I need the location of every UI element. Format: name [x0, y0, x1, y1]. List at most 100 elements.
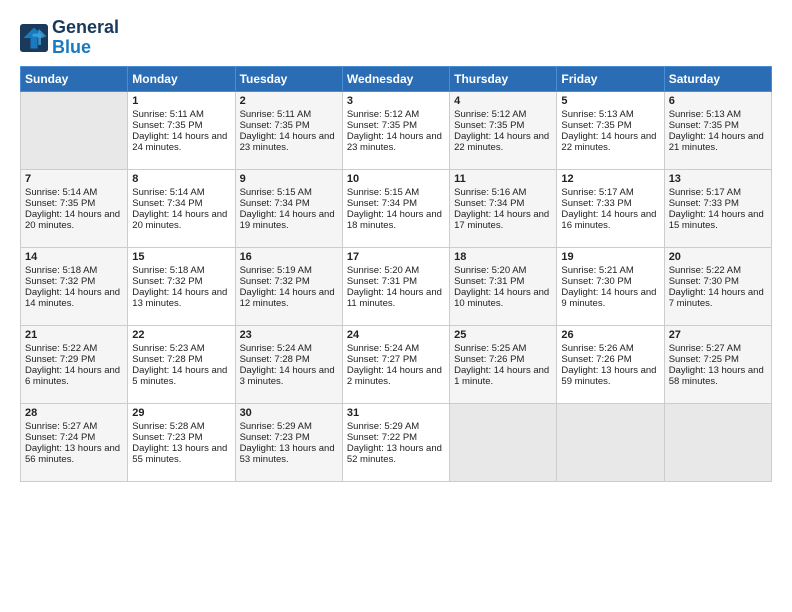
day-info: Daylight: 14 hours and 24 minutes. — [132, 131, 230, 153]
day-info: Sunset: 7:34 PM — [240, 198, 338, 209]
day-info: Sunrise: 5:12 AM — [454, 109, 552, 120]
day-number: 17 — [347, 251, 445, 263]
day-info: Sunrise: 5:11 AM — [240, 109, 338, 120]
day-number: 13 — [669, 173, 767, 185]
day-info: Sunrise: 5:13 AM — [561, 109, 659, 120]
day-info: Daylight: 14 hours and 20 minutes. — [132, 209, 230, 231]
day-info: Sunrise: 5:24 AM — [347, 343, 445, 354]
day-info: Sunset: 7:24 PM — [25, 432, 123, 443]
day-info: Daylight: 14 hours and 20 minutes. — [25, 209, 123, 231]
day-cell: 26 Sunrise: 5:26 AMSunset: 7:26 PMDayligh… — [557, 325, 664, 403]
day-cell: 10Sunrise: 5:15 AMSunset: 7:34 PMDayligh… — [342, 169, 449, 247]
day-number: 12 — [561, 173, 659, 185]
day-info: Sunset: 7:31 PM — [347, 276, 445, 287]
day-info: Sunset: 7:27 PM — [347, 354, 445, 365]
day-cell: 27Sunrise: 5:27 AMSunset: 7:25 PMDayligh… — [664, 325, 771, 403]
day-info: Sunrise: 5:18 AM — [25, 265, 123, 276]
day-number: 26 — [561, 329, 659, 341]
day-info: Sunrise: 5:24 AM — [240, 343, 338, 354]
day-info: Sunrise: 5:29 AM — [347, 421, 445, 432]
day-info: Sunrise: 5:21 AM — [561, 265, 659, 276]
day-number: 20 — [669, 251, 767, 263]
day-cell: 13Sunrise: 5:17 AMSunset: 7:33 PMDayligh… — [664, 169, 771, 247]
logo: General Blue — [20, 18, 119, 58]
day-info: Daylight: 13 hours and 56 minutes. — [25, 443, 123, 465]
day-number: 10 — [347, 173, 445, 185]
day-info: Sunrise: 5:16 AM — [454, 187, 552, 198]
day-info: Daylight: 13 hours and 59 minutes. — [561, 365, 659, 387]
day-info: Daylight: 14 hours and 6 minutes. — [25, 365, 123, 387]
day-info: Daylight: 13 hours and 55 minutes. — [132, 443, 230, 465]
day-info: Daylight: 14 hours and 1 minute. — [454, 365, 552, 387]
page: General Blue SundayMondayTuesdayWednesda… — [0, 0, 792, 612]
day-info: Daylight: 14 hours and 19 minutes. — [240, 209, 338, 231]
day-info: Sunset: 7:35 PM — [347, 120, 445, 131]
day-number: 27 — [669, 329, 767, 341]
day-info: Sunrise: 5:27 AM — [669, 343, 767, 354]
day-number: 30 — [240, 407, 338, 419]
week-row-4: 21Sunrise: 5:22 AMSunset: 7:29 PMDayligh… — [21, 325, 772, 403]
day-header-monday: Monday — [128, 66, 235, 91]
day-info: Sunrise: 5:20 AM — [454, 265, 552, 276]
day-cell: 21Sunrise: 5:22 AMSunset: 7:29 PMDayligh… — [21, 325, 128, 403]
day-cell: 8Sunrise: 5:14 AMSunset: 7:34 PMDaylight… — [128, 169, 235, 247]
day-number: 25 — [454, 329, 552, 341]
day-cell: 19Sunrise: 5:21 AMSunset: 7:30 PMDayligh… — [557, 247, 664, 325]
day-number: 14 — [25, 251, 123, 263]
day-info: Daylight: 14 hours and 23 minutes. — [347, 131, 445, 153]
day-info: Sunset: 7:23 PM — [132, 432, 230, 443]
day-info: Sunrise: 5:15 AM — [240, 187, 338, 198]
day-info: Sunset: 7:30 PM — [669, 276, 767, 287]
day-cell: 20Sunrise: 5:22 AMSunset: 7:30 PMDayligh… — [664, 247, 771, 325]
day-info: Daylight: 13 hours and 52 minutes. — [347, 443, 445, 465]
day-cell: 31Sunrise: 5:29 AMSunset: 7:22 PMDayligh… — [342, 403, 449, 481]
day-info: Daylight: 14 hours and 11 minutes. — [347, 287, 445, 309]
day-info: Sunset: 7:33 PM — [561, 198, 659, 209]
day-number: 28 — [25, 407, 123, 419]
day-cell: 23Sunrise: 5:24 AMSunset: 7:28 PMDayligh… — [235, 325, 342, 403]
day-number: 15 — [132, 251, 230, 263]
day-info: Sunrise: 5:26 AM — [561, 343, 659, 354]
day-info: Sunset: 7:26 PM — [561, 354, 659, 365]
day-cell: 4Sunrise: 5:12 AMSunset: 7:35 PMDaylight… — [450, 91, 557, 169]
day-info: Sunset: 7:28 PM — [132, 354, 230, 365]
day-info: Sunset: 7:35 PM — [240, 120, 338, 131]
day-cell: 29Sunrise: 5:28 AMSunset: 7:23 PMDayligh… — [128, 403, 235, 481]
day-number: 5 — [561, 95, 659, 107]
week-row-2: 7Sunrise: 5:14 AMSunset: 7:35 PMDaylight… — [21, 169, 772, 247]
day-info: Daylight: 14 hours and 17 minutes. — [454, 209, 552, 231]
day-info: Sunrise: 5:29 AM — [240, 421, 338, 432]
day-info: Sunrise: 5:14 AM — [132, 187, 230, 198]
day-number: 7 — [25, 173, 123, 185]
day-info: Daylight: 14 hours and 5 minutes. — [132, 365, 230, 387]
day-info: Sunset: 7:34 PM — [454, 198, 552, 209]
day-number: 22 — [132, 329, 230, 341]
day-cell: 25Sunrise: 5:25 AMSunset: 7:26 PMDayligh… — [450, 325, 557, 403]
day-info: Sunset: 7:23 PM — [240, 432, 338, 443]
day-info: Sunset: 7:33 PM — [669, 198, 767, 209]
day-info: Daylight: 14 hours and 21 minutes. — [669, 131, 767, 153]
day-info: Sunrise: 5:11 AM — [132, 109, 230, 120]
day-cell: 7Sunrise: 5:14 AMSunset: 7:35 PMDaylight… — [21, 169, 128, 247]
day-cell: 2Sunrise: 5:11 AMSunset: 7:35 PMDaylight… — [235, 91, 342, 169]
day-cell: 9Sunrise: 5:15 AMSunset: 7:34 PMDaylight… — [235, 169, 342, 247]
day-info: Daylight: 14 hours and 16 minutes. — [561, 209, 659, 231]
day-info: Sunset: 7:29 PM — [25, 354, 123, 365]
day-number: 1 — [132, 95, 230, 107]
day-number: 4 — [454, 95, 552, 107]
logo-text: General Blue — [52, 18, 119, 58]
day-header-friday: Friday — [557, 66, 664, 91]
day-number: 24 — [347, 329, 445, 341]
day-header-wednesday: Wednesday — [342, 66, 449, 91]
day-info: Sunrise: 5:28 AM — [132, 421, 230, 432]
day-cell: 15Sunrise: 5:18 AMSunset: 7:32 PMDayligh… — [128, 247, 235, 325]
day-info: Sunset: 7:32 PM — [132, 276, 230, 287]
day-cell — [557, 403, 664, 481]
day-info: Sunset: 7:28 PM — [240, 354, 338, 365]
day-cell: 11Sunrise: 5:16 AMSunset: 7:34 PMDayligh… — [450, 169, 557, 247]
day-number: 3 — [347, 95, 445, 107]
day-info: Sunrise: 5:13 AM — [669, 109, 767, 120]
day-info: Daylight: 14 hours and 3 minutes. — [240, 365, 338, 387]
day-info: Sunrise: 5:18 AM — [132, 265, 230, 276]
day-header-thursday: Thursday — [450, 66, 557, 91]
